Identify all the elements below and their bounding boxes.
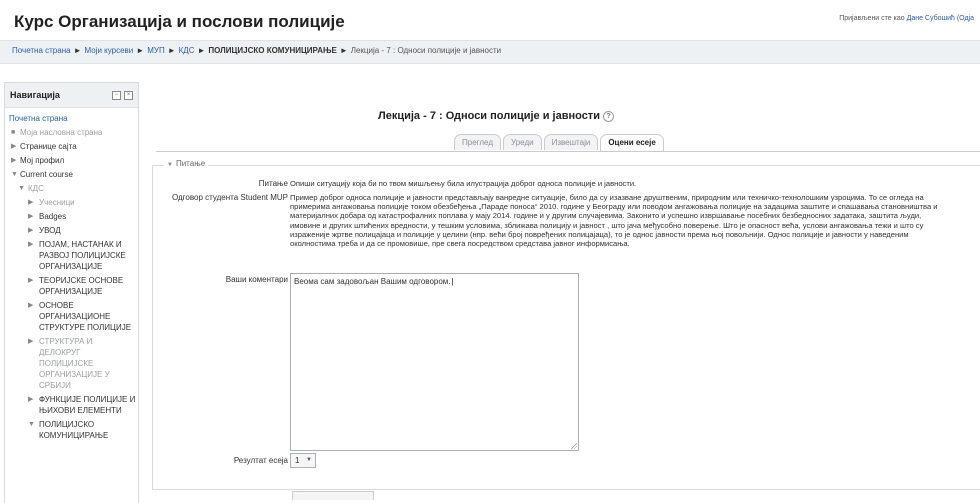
breadcrumb-item-course[interactable]: ПОЛИЦИЈСКО КОМУНИЦИРАЊЕ [208, 46, 336, 55]
breadcrumb-separator: ► [73, 46, 82, 55]
comments-label: Ваши коментари [225, 275, 288, 284]
expand-arrow-icon: ▶ [28, 302, 34, 309]
breadcrumb-separator: ► [197, 46, 206, 55]
nav-item-site-pages[interactable]: ▶ Странице сајта [9, 141, 136, 152]
nav-item-label: ФУНКЦИЈЕ ПОЛИЦИЈЕ И ЊИХОВИ ЕЛЕМЕНТИ [39, 395, 136, 415]
tab-divider [156, 151, 980, 152]
question-label: Питање [258, 179, 288, 188]
nav-item-my-profile[interactable]: ▶ Мој профил [9, 155, 136, 166]
login-prefix: Пријављени сте као [839, 15, 905, 22]
nav-item-dashboard[interactable]: ■ Моја насловна страна [9, 127, 136, 138]
help-icon[interactable]: ? [602, 110, 614, 122]
nav-item-label: ПОЈАМ, НАСТАНАК И РАЗВОЈ ПОЛИЦИЈСКЕ ОРГА… [39, 240, 126, 271]
tab-preview[interactable]: Преглед [454, 134, 501, 150]
collapse-arrow-icon: ▼ [167, 162, 173, 168]
nav-item-section-concept[interactable]: ▶ ПОЈАМ, НАСТАНАК И РАЗВОЈ ПОЛИЦИЈСКЕ ОРГ… [9, 239, 136, 272]
nav-item-participants[interactable]: ▶ Учесници [9, 197, 136, 208]
tab-reports[interactable]: Извештаји [543, 134, 599, 150]
expand-arrow-icon: ▶ [28, 227, 34, 234]
nav-item-label: Badges [39, 212, 67, 221]
nav-item-label: Учесници [39, 198, 75, 207]
nav-item-badges[interactable]: ▶ Badges [9, 211, 136, 222]
chevron-down-icon: ▼ [306, 457, 312, 463]
grade-select[interactable]: 1 ▼ [290, 453, 316, 468]
answer-label: Одговор студента Student MUP [171, 193, 288, 202]
expand-arrow-icon: ▶ [11, 143, 17, 150]
nav-item-label: Мој профил [20, 156, 65, 165]
nav-item-label: УВОД [39, 226, 61, 235]
breadcrumb-current: Лекција - 7 : Односи полиције и јавности [350, 46, 502, 55]
navigation-block: Навигација − × Почетна страна ■ Моја насл… [4, 82, 139, 503]
nav-item-label: Странице сајта [20, 142, 77, 151]
nav-item-section-theory[interactable]: ▶ ТЕОРИЈСКЕ ОСНОВЕ ОРГАНИЗАЦИЈЕ [9, 275, 136, 297]
collapse-arrow-icon: ▼ [11, 171, 18, 178]
nav-item-section-functions[interactable]: ▶ ФУНКЦИЈЕ ПОЛИЦИЈЕ И ЊИХОВИ ЕЛЕМЕНТИ [9, 394, 136, 416]
nav-item-home[interactable]: Почетна страна [9, 113, 136, 124]
comments-text: Веома сам задовољан Вашим одговором. [294, 277, 454, 286]
nav-item-section-structure-basics[interactable]: ▶ ОСНОВЕ ОРГАНИЗАЦИОНЕ СТРУКТУРЕ ПОЛИЦИЈЕ [9, 300, 136, 333]
expand-arrow-icon: ▶ [28, 213, 34, 220]
answer-text: Пример доброг односа полиције и јавности… [290, 193, 938, 249]
course-title: Курс Организација и послови полиције [14, 12, 345, 31]
question-text: Опиши ситуацију која би по твом мишљењу … [290, 179, 637, 188]
dock-icon[interactable]: − [112, 91, 121, 100]
nav-item-label: Current course [20, 170, 73, 179]
login-info: Пријављени сте као Дане Субошић (Одја [839, 15, 974, 22]
breadcrumb-separator: ► [167, 46, 176, 55]
navigation-block-title: Навигација [10, 90, 60, 100]
collapse-arrow-icon: ▼ [28, 421, 35, 428]
page-title-text: Лекција - 7 : Односи полиције и јавности [378, 110, 600, 122]
nav-item-label: КДС [28, 184, 44, 193]
navbar: Почетна страна ► Моји курсеви ► МУП ► КДС ► ПОЛИ… [0, 40, 980, 64]
nav-item-label: СТРУКТУРА И ДЕЛОКРУГ ПОЛИЦИЈСКЕ ОРГАНИЗА… [39, 337, 110, 390]
bullet-icon: ■ [11, 129, 16, 136]
breadcrumb-item-mup[interactable]: МУП [147, 46, 165, 55]
tab-edit[interactable]: Уреди [503, 134, 542, 150]
nav-item-section-intro[interactable]: ▶ УВОД [9, 225, 136, 236]
expand-arrow-icon: ▶ [28, 241, 34, 248]
breadcrumb-separator: ► [339, 46, 348, 55]
expand-arrow-icon: ▶ [28, 277, 34, 284]
nav-item-label: ОСНОВЕ ОРГАНИЗАЦИОНЕ СТРУКТУРЕ ПОЛИЦИЈЕ [39, 301, 132, 332]
expand-arrow-icon: ▶ [11, 157, 17, 164]
breadcrumb-item-my-courses[interactable]: Моји курсеви [84, 46, 133, 55]
tab-grade-essays[interactable]: Оцени есеје [600, 134, 664, 151]
save-button[interactable] [292, 491, 374, 500]
nav-item-current-course[interactable]: ▼ Current course [9, 169, 136, 180]
navigation-block-header: Навигација − × [5, 83, 138, 108]
nav-item-label: ТЕОРИЈСКЕ ОСНОВЕ ОРГАНИЗАЦИЈЕ [39, 276, 124, 296]
page-title: Лекција - 7 : Односи полиције и јавности… [378, 110, 614, 122]
breadcrumb-item-kds[interactable]: КДС [179, 46, 195, 55]
expand-arrow-icon: ▶ [28, 396, 34, 403]
nav-item-section-structure-serbia[interactable]: ▶ СТРУКТУРА И ДЕЛОКРУГ ПОЛИЦИЈСКЕ ОРГАНИЗ… [9, 336, 136, 391]
grade-label: Резултат есеја [233, 456, 288, 465]
collapse-arrow-icon: ▼ [18, 185, 25, 192]
comments-textarea[interactable]: Веома сам задовољан Вашим одговором. [290, 273, 579, 451]
tab-bar: Преглед Уреди Извештаји Оцени есеје [454, 134, 666, 152]
breadcrumb-item-home[interactable]: Почетна страна [12, 46, 71, 55]
nav-item-label: ПОЛИЦИЈСКО КОМУНИЦИРАЊЕ [39, 420, 109, 440]
grade-select-value: 1 [295, 456, 300, 465]
fieldset-legend-label: Питање [175, 159, 206, 168]
nav-item-section-communication[interactable]: ▼ ПОЛИЦИЈСКО КОМУНИЦИРАЊЕ [9, 419, 136, 441]
navigation-tree: Почетна страна ■ Моја насловна страна ▶ Ст… [9, 113, 136, 444]
nav-item-kds[interactable]: ▼ КДС [9, 183, 136, 194]
nav-item-label: Моја насловна страна [20, 128, 103, 137]
expand-arrow-icon: ▶ [28, 199, 34, 206]
resize-handle-icon[interactable] [570, 442, 577, 449]
collapse-icon[interactable]: × [124, 91, 133, 100]
breadcrumb-separator: ► [136, 46, 145, 55]
fieldset-legend[interactable]: ▼ Питање [164, 159, 209, 168]
user-link[interactable]: Дане Субошић (Одја [907, 15, 974, 22]
expand-arrow-icon: ▶ [28, 338, 34, 345]
breadcrumb: Почетна страна ► Моји курсеви ► МУП ► КДС ► ПОЛИ… [12, 46, 501, 55]
